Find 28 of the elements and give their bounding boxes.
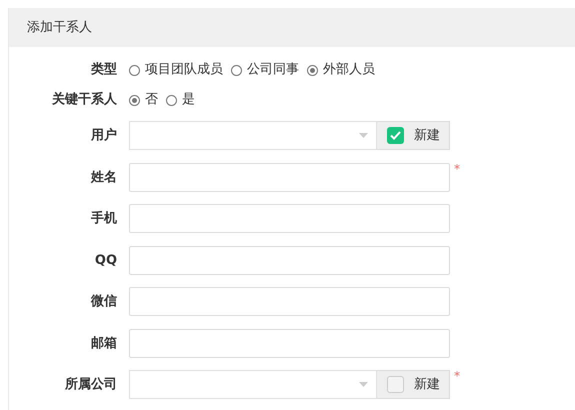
text-field[interactable]: [129, 162, 450, 192]
field-label: 类型: [90, 61, 118, 80]
text-field[interactable]: [129, 328, 450, 358]
dropdown-caret-icon: [359, 382, 368, 388]
field-label: 关键干系人: [50, 90, 118, 110]
select-field[interactable]: [129, 370, 377, 400]
new-button[interactable]: 新建: [377, 370, 450, 400]
radio-option[interactable]: 是: [166, 90, 195, 110]
text-field[interactable]: [129, 246, 450, 275]
dropdown-caret-icon: [359, 133, 368, 138]
radio-option[interactable]: 否: [129, 90, 158, 110]
text-field[interactable]: [129, 287, 450, 316]
field-label: 手机: [90, 210, 118, 228]
field-label: 微信: [90, 293, 118, 311]
required-mark: *: [454, 160, 460, 176]
radio-option[interactable]: 外部人员: [307, 60, 375, 80]
text-field[interactable]: [129, 204, 450, 234]
new-button[interactable]: 新建: [377, 121, 450, 150]
required-mark: *: [454, 368, 460, 384]
radio-option[interactable]: 公司同事: [231, 60, 299, 80]
field-label: 姓名: [90, 168, 118, 186]
panel-title: 添加干系人: [27, 18, 92, 37]
field-label: 用户: [90, 126, 118, 145]
field-label: QQ: [94, 252, 118, 270]
radio-option[interactable]: 项目团队成员: [129, 60, 223, 80]
field-label: 所属公司: [64, 376, 118, 394]
select-field[interactable]: [129, 121, 377, 150]
field-label: 邮箱: [90, 334, 118, 352]
